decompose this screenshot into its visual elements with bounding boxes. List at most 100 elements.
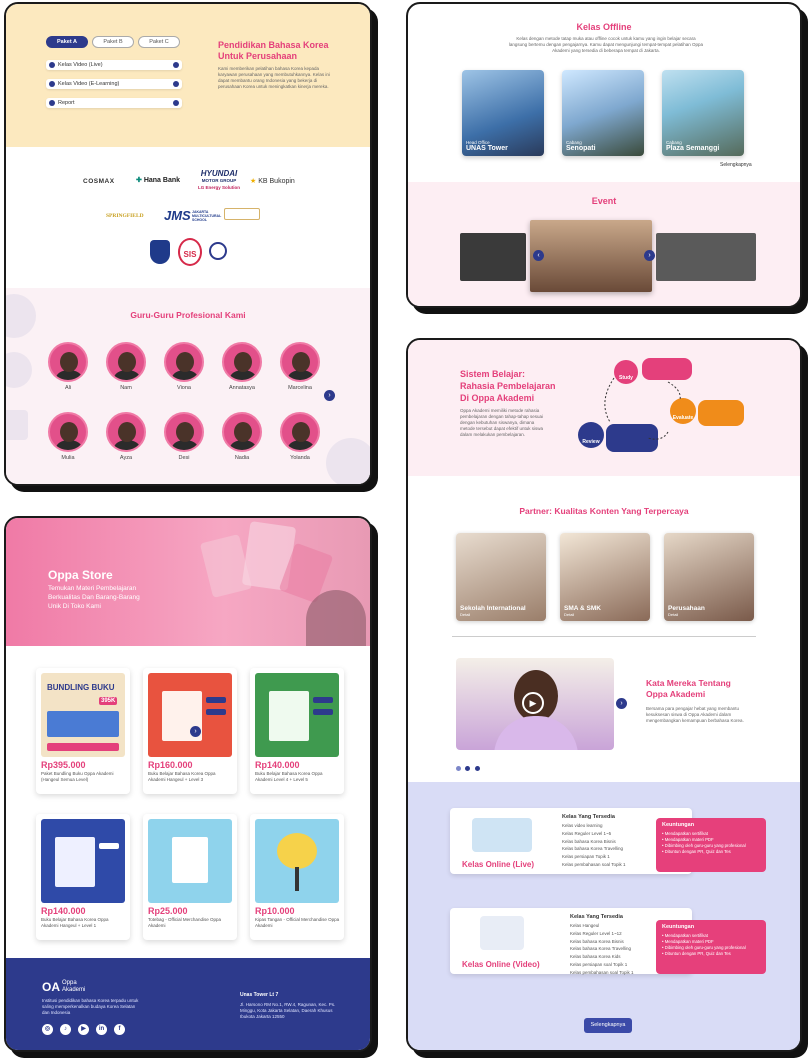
partner-name: Perusahaan [668,605,705,612]
offline-section-card: Kelas Offline Kelas dengan metode tatap … [406,2,802,308]
package-tab-c[interactable]: Paket C [138,36,180,48]
location-card[interactable]: Cabang Plaza Semanggi [662,70,744,156]
online-more-button[interactable]: Selengkapnya [584,1018,632,1033]
tutor-card[interactable]: Ali [48,342,88,391]
tutor-card[interactable]: Mulia [48,412,88,461]
tutor-card[interactable]: Marcelina [280,342,320,391]
evaluate-detail [698,400,744,426]
location-name: Plaza Semanggi [666,145,720,152]
product-desc: Kipas Tangan - Official Merchandise Oppa… [255,917,340,928]
product-image [255,673,339,757]
section-divider [452,636,756,637]
book-cover [55,837,95,887]
partner-card[interactable]: Perusahaan Detail [664,533,754,621]
location-card[interactable]: Cabang Senopati [562,70,644,156]
product-price: Rp140.000 [255,760,300,770]
store-hero: Oppa Store Temukan Materi Pembelajaran B… [6,518,370,646]
tutor-card[interactable]: Annatasya [222,342,262,391]
event-photo-active[interactable] [530,220,652,292]
partner-card[interactable]: SMA & SMK Detail [560,533,650,621]
brand-logo-icon: OA [42,980,60,994]
tutor-card[interactable]: Desi [164,412,204,461]
next-event-button[interactable]: › [644,250,655,261]
system-title-line: Di Oppa Akademi [460,393,535,403]
product-image: BUNDLING BUKU 395K [41,673,125,757]
tutor-photo [106,342,146,382]
event-title: Event [591,196,617,206]
product-price: Rp25.000 [148,906,188,916]
prev-event-button[interactable]: ‹ [533,250,544,261]
feature-badge [313,709,333,715]
speaker-body [494,716,578,750]
brand-line: Oppa [62,980,77,986]
tutor-card[interactable]: Nadia [222,412,262,461]
corporate-packages-panel: Paket A Paket B Paket C Kelas Video (Liv… [6,4,370,147]
location-card[interactable]: Head Office UNAS Tower [462,70,544,156]
accordion-report[interactable]: Report [46,98,182,108]
youtube-icon[interactable]: ▶ [78,1024,89,1035]
package-tab-a[interactable]: Paket A [46,36,88,48]
facebook-icon[interactable]: f [114,1024,125,1035]
tutor-card[interactable]: Nam [106,342,146,391]
offline-desc: Kelas dengan metode tatap muka atau offl… [508,36,704,53]
event-photo[interactable] [656,233,756,281]
play-icon[interactable]: ▶ [522,692,544,714]
product-price: Rp140.000 [41,906,86,916]
product-price: Rp10.000 [255,906,295,916]
tutor-card[interactable]: Yolanda [280,412,320,461]
logo-text: Hana Bank [143,177,181,184]
carousel-dots [456,758,480,776]
product-card[interactable]: Rp140.000 Buku Belajar Bahasa Korea Oppa… [250,668,344,794]
partner-detail-link[interactable]: Detail [564,612,601,617]
tutor-card[interactable]: Viona [164,342,204,391]
tutor-photo [222,342,262,382]
person-silhouette [306,590,366,646]
linkedin-icon[interactable]: in [96,1024,107,1035]
tutor-name: Nadia [234,455,250,461]
carousel-dot-active[interactable] [465,766,471,771]
package-tab-b[interactable]: Paket B [92,36,134,48]
carousel-dot[interactable] [456,766,461,771]
location-label: Head Office UNAS Tower [466,140,508,152]
product-card[interactable]: Rp25.000 Totebag - Official Merchandise … [143,814,237,940]
chevron-down-icon [173,81,179,87]
carousel-dot[interactable] [474,766,480,771]
tiktok-icon[interactable]: ♪ [60,1024,71,1035]
system-title-line: Sistem Belajar: [460,369,526,379]
logo-text: KB Bukopin [258,178,295,185]
feature-badge [206,709,226,715]
testimonial-title-line: Kata Mereka Tentang [646,678,731,688]
accordion-live[interactable]: Kelas Video (Live) [46,60,182,70]
product-card[interactable]: Rp140.000 Buku Belajar Bahasa Korea Oppa… [36,814,130,940]
video-icon [49,81,55,87]
product-image [148,673,232,757]
product-card[interactable]: › Rp160.000 Buku Belajar Bahasa Korea Op… [143,668,237,794]
partner-detail-link[interactable]: Detail [460,612,526,617]
benefits-box: Keuntungan • Mendapatkan sertifikat • Men… [656,818,766,872]
tutor-name: Nam [120,385,132,391]
partner-detail-link[interactable]: Detail [668,612,705,617]
site-footer: OA Oppa Akademi Institusi pendidikan bah… [6,958,370,1050]
system-title: Sistem Belajar: Rahasia Pembelajaran Di … [460,368,556,404]
tutor-photo [164,342,204,382]
event-photo[interactable] [460,233,526,281]
next-tutor-button[interactable]: › [324,390,335,401]
accordion-elearning[interactable]: Kelas Video (E-Learning) [46,79,182,89]
tutor-card[interactable]: Ayza [106,412,146,461]
tutor-photo [48,412,88,452]
tutor-name: Desi [178,455,190,461]
next-testimonial-button[interactable]: › [616,698,627,709]
instagram-icon[interactable]: ◎ [42,1024,53,1035]
product-card[interactable]: BUNDLING BUKU 395K Rp395.000 Paket Bundl… [36,668,130,794]
offline-more-link[interactable]: Selengkapnya [720,162,752,168]
university-crest-icon [150,240,170,264]
testimonial-video[interactable]: ▶ [456,658,614,750]
store-subtitle: Temukan Materi Pembelajaran Berkualitas … [48,584,140,611]
online-video-title: Kelas Online (Video) [462,960,540,969]
benefits-box: Keuntungan • Mendapatkan sertifikat • Men… [656,920,766,974]
product-card[interactable]: Rp10.000 Kipas Tangan - Official Merchan… [250,814,344,940]
next-product-button[interactable]: › [190,726,201,737]
partner-card[interactable]: Sekolah International Detail [456,533,546,621]
video-icon [49,62,55,68]
testimonial-desc: Bersama para pengajar hebat yang membant… [646,706,744,723]
